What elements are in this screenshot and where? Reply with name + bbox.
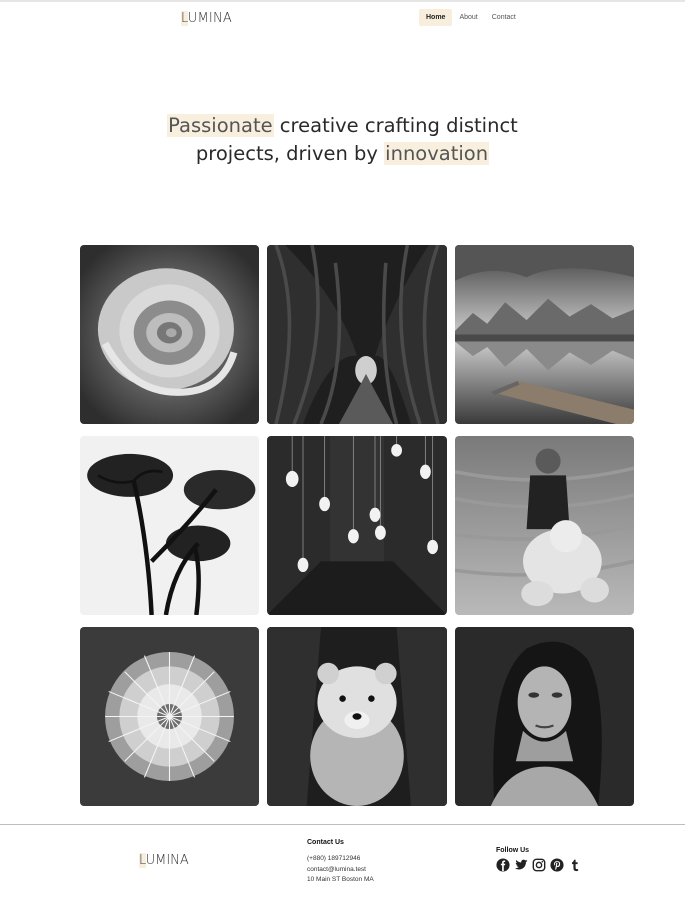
hero-text-2: projects, driven by xyxy=(195,142,385,165)
footer-follow: Follow Us xyxy=(496,847,582,872)
footer: LUMINA Contact Us (+880) 189712946 conta… xyxy=(0,824,685,901)
footer-logo-rest: UMINA xyxy=(145,853,189,868)
nav-links: Home About Contact xyxy=(419,9,523,26)
hero-line-1: Passionate creative crafting distinct xyxy=(0,112,685,140)
gallery-photo-hanging-bulbs[interactable] xyxy=(267,436,447,615)
gallery-photo-girl-with-teddy[interactable] xyxy=(455,436,634,615)
logo-rest: UMINA xyxy=(187,11,232,26)
contact-email[interactable]: contact@lumina.test xyxy=(307,865,374,876)
hero-highlight-innovation: innovation xyxy=(384,142,490,165)
tumblr-icon[interactable] xyxy=(568,858,582,872)
photo-gallery xyxy=(80,245,634,806)
nav-home[interactable]: Home xyxy=(419,9,453,26)
gallery-photo-woman-portrait[interactable] xyxy=(455,627,634,806)
twitter-icon[interactable] xyxy=(514,858,528,872)
footer-logo[interactable]: LUMINA xyxy=(139,853,189,868)
follow-heading: Follow Us xyxy=(496,847,530,854)
facebook-icon[interactable] xyxy=(496,858,510,872)
contact-address: 10 Main ST Boston MA xyxy=(307,876,374,883)
top-border xyxy=(0,0,685,2)
contact-phone[interactable]: (+880) 189712946 xyxy=(307,854,374,865)
instagram-icon[interactable] xyxy=(532,858,546,872)
navbar: LUMINA Home About Contact xyxy=(0,8,685,28)
gallery-photo-trees-silhouette[interactable] xyxy=(80,436,259,615)
hero-text-1: creative crafting distinct xyxy=(273,114,518,137)
nav-contact[interactable]: Contact xyxy=(485,9,523,26)
gallery-photo-mountain-lake[interactable] xyxy=(455,245,634,424)
hero-heading: Passionate creative crafting distinct pr… xyxy=(0,112,685,168)
logo[interactable]: LUMINA xyxy=(181,11,232,26)
hero-highlight-passionate: Passionate xyxy=(167,114,274,137)
gallery-photo-rose[interactable] xyxy=(80,245,259,424)
logo-initial: L xyxy=(181,11,188,26)
pinterest-icon[interactable] xyxy=(550,858,564,872)
nav-about[interactable]: About xyxy=(452,9,484,26)
gallery-photo-forest-path[interactable] xyxy=(267,245,447,424)
gallery-photo-polar-bear-cub[interactable] xyxy=(267,627,447,806)
gallery-photo-dandelion[interactable] xyxy=(80,627,259,806)
social-links xyxy=(496,858,582,872)
footer-logo-initial: L xyxy=(139,853,146,868)
contact-heading: Contact Us xyxy=(307,839,344,846)
hero-line-2: projects, driven by innovation xyxy=(0,140,685,168)
footer-contact: Contact Us (+880) 189712946 contact@lumi… xyxy=(307,839,374,886)
